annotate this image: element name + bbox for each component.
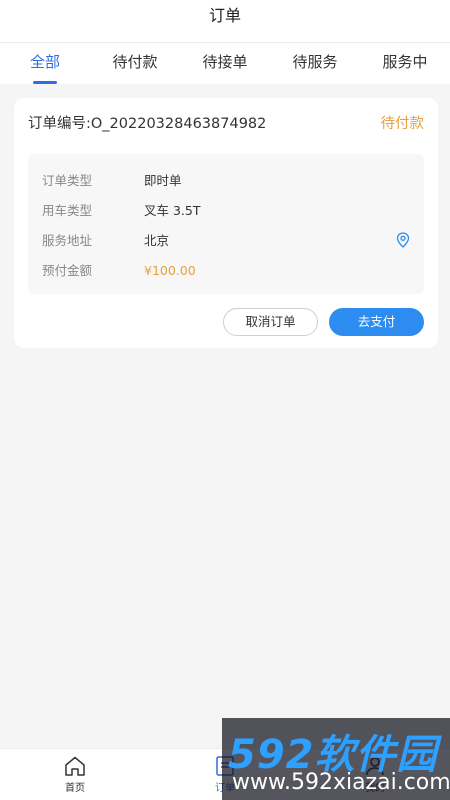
tab-all[interactable]: 全部 <box>0 43 90 84</box>
tab-pending-payment[interactable]: 待付款 <box>90 43 180 84</box>
detail-row-order-type: 订单类型 即时单 <box>42 170 182 189</box>
order-detail-panel: 订单类型 即时单 用车类型 叉车 3.5T 服务地址 北京 预付金额 ¥100.00 <box>28 154 424 294</box>
order-tabs: 全部 待付款 待接单 待服务 服务中 <box>0 42 450 84</box>
detail-row-prepay: 预付金额 ¥100.00 <box>42 260 196 279</box>
tab-pending-accept[interactable]: 待接单 <box>180 43 270 84</box>
watermark-site: www.592xiazai.com <box>232 770 450 795</box>
location-pin-icon[interactable] <box>396 232 410 248</box>
nav-home-label: 首页 <box>65 783 85 794</box>
page-title: 订单 <box>208 6 241 25</box>
prepay-amount: ¥100.00 <box>144 263 196 278</box>
detail-label: 用车类型 <box>42 203 93 218</box>
detail-value: 叉车 3.5T <box>144 203 201 218</box>
detail-label: 预付金额 <box>42 263 93 278</box>
detail-row-vehicle-type: 用车类型 叉车 3.5T <box>42 200 201 219</box>
detail-value: 即时单 <box>144 173 182 188</box>
detail-row-address: 服务地址 北京 <box>42 230 169 249</box>
detail-label: 订单类型 <box>42 173 93 188</box>
tab-in-service[interactable]: 服务中 <box>360 43 450 84</box>
tab-pending-service[interactable]: 待服务 <box>270 43 360 84</box>
order-status-badge: 待付款 <box>380 116 425 132</box>
cancel-order-button[interactable]: 取消订单 <box>223 308 318 336</box>
home-icon <box>65 756 85 776</box>
page-header: 订单 <box>0 0 450 42</box>
nav-home[interactable]: 首页 <box>45 755 105 794</box>
detail-label: 服务地址 <box>42 233 93 248</box>
detail-value: 北京 <box>144 233 170 248</box>
order-number: 订单编号:O_20220328463874982 <box>28 116 267 132</box>
order-card[interactable]: 订单编号:O_20220328463874982 待付款 订单类型 即时单 用车类… <box>14 98 438 348</box>
pay-button[interactable]: 去支付 <box>329 308 424 336</box>
watermark-overlay: 592软件园 www.592xiazai.com <box>222 718 450 800</box>
